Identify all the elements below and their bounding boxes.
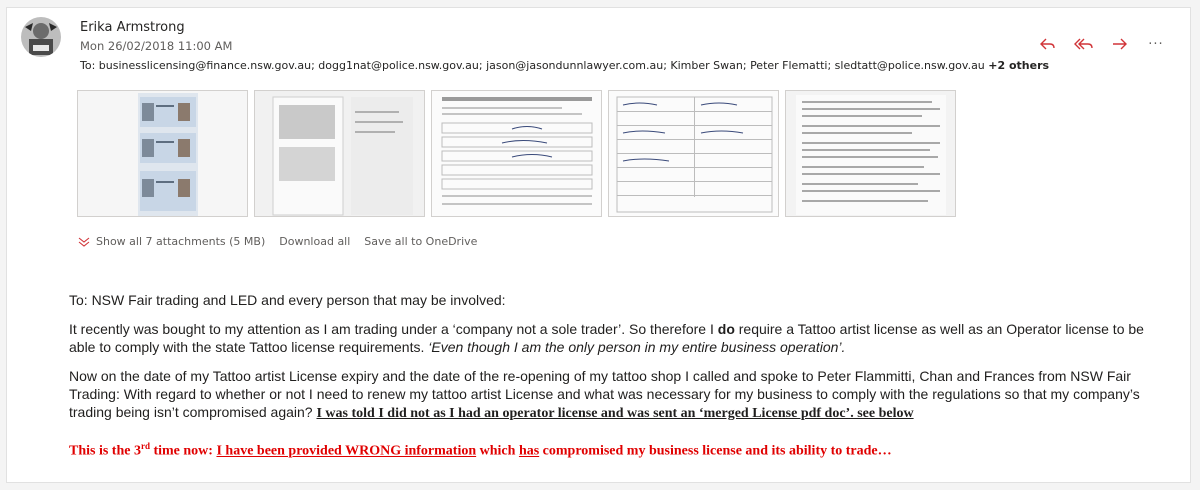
attachment-actions: Show all 7 attachments (5 MB) Download a… (77, 235, 491, 248)
red-text-c: which (476, 443, 519, 459)
attachment-thumbnails (77, 90, 956, 217)
red-warning: This is the 3rd time now: I have been pr… (69, 437, 1169, 461)
message-body: To: NSW Fair trading and LED and every p… (69, 291, 1169, 472)
download-all-link[interactable]: Download all (279, 235, 350, 248)
more-recipients-link[interactable]: +2 others (988, 59, 1049, 72)
attachment-thumb-1[interactable] (77, 90, 248, 217)
p2-bold-underlined: I was told I did not as I had an operato… (316, 406, 914, 421)
red-underline-2: has (518, 443, 540, 459)
paragraph-1: It recently was bought to my attention a… (69, 320, 1169, 356)
red-underline-1: I have been provided WRONG information (216, 443, 477, 459)
paragraph-2: Now on the date of my Tattoo artist Lice… (69, 367, 1169, 423)
reply-icon[interactable] (1038, 34, 1058, 54)
attachment-thumb-5[interactable] (785, 90, 956, 217)
red-text-d: compromised my business license and its … (539, 443, 892, 459)
attachment-thumb-3[interactable] (431, 90, 602, 217)
red-text-b: time now: (149, 443, 217, 459)
chevron-down-icon[interactable] (77, 236, 91, 248)
attachment-thumb-4[interactable] (608, 90, 779, 217)
recipient-line: To: businesslicensing@finance.nsw.gov.au… (80, 59, 1049, 72)
forward-icon[interactable] (1110, 34, 1130, 54)
p1-italic: ‘Even though I am the only person in my … (428, 339, 846, 355)
more-options-icon[interactable]: ··· (1146, 34, 1166, 54)
message-card: Erika Armstrong Mon 26/02/2018 11:00 AM … (6, 7, 1191, 483)
avatar[interactable] (21, 17, 61, 57)
attachment-thumb-2[interactable] (254, 90, 425, 217)
sender-name[interactable]: Erika Armstrong (80, 20, 185, 35)
greeting: To: NSW Fair trading and LED and every p… (69, 292, 506, 308)
show-all-attachments-link[interactable]: Show all 7 attachments (5 MB) (96, 235, 265, 248)
p1-bold: do (717, 321, 735, 337)
message-actions: ··· (1038, 34, 1166, 54)
recipient-list[interactable]: businesslicensing@finance.nsw.gov.au; do… (99, 59, 985, 72)
save-to-onedrive-link[interactable]: Save all to OneDrive (364, 235, 477, 248)
to-label: To: (80, 59, 96, 72)
red-sup: rd (140, 441, 150, 451)
red-text-a: This is the 3 (69, 443, 141, 459)
sent-datetime: Mon 26/02/2018 11:00 AM (80, 39, 233, 53)
p1-text-a: It recently was bought to my attention a… (69, 321, 718, 337)
reply-all-icon[interactable] (1074, 34, 1094, 54)
